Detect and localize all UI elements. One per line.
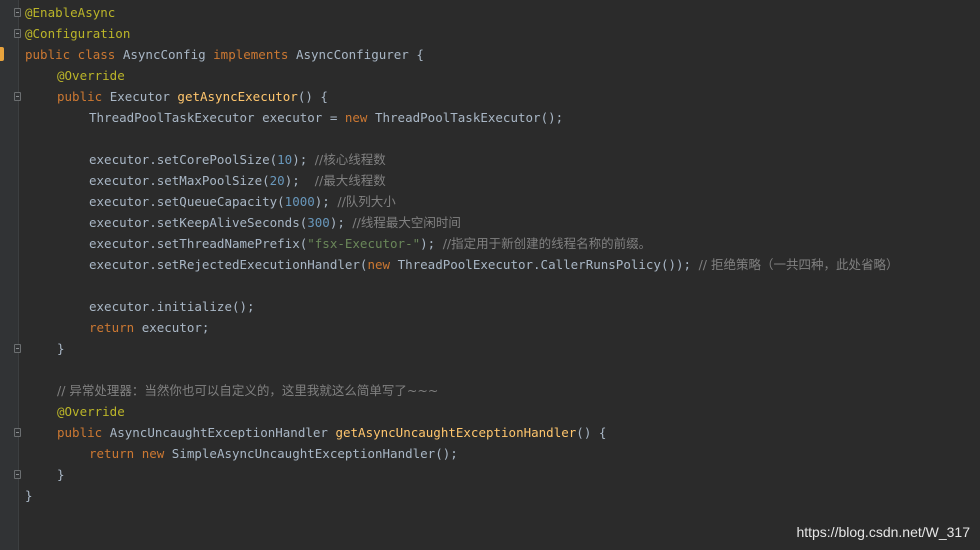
comment: // 异常处理器：当然你也可以自定义的，这里我就这么简单写了~~~	[57, 383, 439, 398]
statement: executor.initialize();	[89, 299, 255, 314]
code-line: return executor;	[25, 317, 980, 338]
code-line: public AsyncUncaughtExceptionHandler get…	[25, 422, 980, 443]
fold-marker-icon[interactable]	[14, 428, 21, 437]
code-line: executor.setThreadNamePrefix("fsx-Execut…	[25, 233, 980, 254]
comment: // 拒绝策略（一共四种，此处省略）	[698, 257, 899, 272]
statement: executor.setCorePoolSize(	[89, 152, 278, 167]
code-line: }	[25, 464, 980, 485]
annotation: @Override	[57, 68, 125, 83]
code-line: @Configuration	[25, 23, 980, 44]
code-line: executor.setKeepAliveSeconds(300); //线程最…	[25, 212, 980, 233]
number: 10	[277, 152, 293, 167]
class-name: AsyncConfig	[122, 47, 214, 62]
annotation: @Override	[57, 404, 125, 419]
editor-gutter	[0, 0, 21, 550]
watermark: https://blog.csdn.net/W_317	[796, 524, 970, 540]
punctuation: );	[420, 236, 443, 251]
fold-marker-icon[interactable]	[14, 8, 21, 17]
keyword: new	[367, 257, 398, 272]
method-name: getAsyncExecutor	[177, 89, 298, 104]
code-line: executor.initialize();	[25, 296, 980, 317]
annotation: @EnableAsync	[25, 5, 116, 20]
comment: //指定用于新创建的线程名称的前缀。	[442, 236, 652, 251]
statement: ThreadPoolTaskExecutor executor =	[89, 110, 345, 125]
closing-brace: }	[25, 488, 33, 503]
keyword: new	[344, 110, 375, 125]
closing-brace: }	[57, 341, 65, 356]
statement: executor.setRejectedExecutionHandler(	[89, 257, 368, 272]
comment: //核心线程数	[314, 152, 386, 167]
statement: executor.setKeepAliveSeconds(	[89, 215, 308, 230]
code-line: }	[25, 338, 980, 359]
code-line: @Override	[25, 401, 980, 422]
type-name: Executor	[109, 89, 178, 104]
keyword: return	[89, 320, 142, 335]
code-line: return new SimpleAsyncUncaughtExceptionH…	[25, 443, 980, 464]
code-editor[interactable]: @EnableAsync @Configuration public class…	[25, 2, 980, 506]
intention-bulb-marker[interactable]	[0, 47, 4, 61]
punctuation: );	[292, 152, 315, 167]
fold-marker-icon[interactable]	[14, 344, 21, 353]
statement: executor.setThreadNamePrefix(	[89, 236, 308, 251]
keyword: public class	[25, 47, 123, 62]
code-line: public class AsyncConfig implements Asyn…	[25, 44, 980, 65]
comment: //队列大小	[337, 194, 396, 209]
code-line: }	[25, 485, 980, 506]
fold-marker-icon[interactable]	[14, 92, 21, 101]
punctuation: );	[284, 173, 315, 188]
code-line: executor.setRejectedExecutionHandler(new…	[25, 254, 980, 275]
code-line: executor.setMaxPoolSize(20); //最大线程数	[25, 170, 980, 191]
number: 1000	[284, 194, 315, 209]
code-line: @EnableAsync	[25, 2, 980, 23]
statement: executor;	[141, 320, 210, 335]
number: 20	[269, 173, 285, 188]
annotation: @Configuration	[25, 26, 131, 41]
punctuation: );	[329, 215, 353, 230]
code-line: executor.setQueueCapacity(1000); //队列大小	[25, 191, 980, 212]
keyword: public	[57, 425, 110, 440]
fold-marker-icon[interactable]	[14, 470, 21, 479]
punctuation: ();	[540, 110, 564, 125]
keyword: new	[141, 446, 172, 461]
punctuation: () {	[297, 89, 328, 104]
comment: //最大线程数	[314, 173, 386, 188]
keyword: return	[89, 446, 142, 461]
statement: ThreadPoolExecutor.CallerRunsPolicy());	[397, 257, 699, 272]
interface-name: AsyncConfigurer {	[295, 47, 424, 62]
string-literal: "fsx-Executor-"	[307, 236, 421, 251]
type-name: AsyncUncaughtExceptionHandler	[109, 425, 336, 440]
number: 300	[307, 215, 330, 230]
keyword: public	[57, 89, 110, 104]
method-name: getAsyncUncaughtExceptionHandler	[335, 425, 577, 440]
closing-brace: }	[57, 467, 65, 482]
code-line: public Executor getAsyncExecutor() {	[25, 86, 980, 107]
fold-marker-icon[interactable]	[14, 29, 21, 38]
statement: SimpleAsyncUncaughtExceptionHandler();	[171, 446, 458, 461]
code-line: ThreadPoolTaskExecutor executor = new Th…	[25, 107, 980, 128]
type-name: ThreadPoolTaskExecutor	[374, 110, 541, 125]
comment: //线程最大空闲时间	[352, 215, 461, 230]
code-line: @Override	[25, 65, 980, 86]
statement: executor.setQueueCapacity(	[89, 194, 285, 209]
statement: executor.setMaxPoolSize(	[89, 173, 270, 188]
punctuation: );	[314, 194, 338, 209]
code-line: // 异常处理器：当然你也可以自定义的，这里我就这么简单写了~~~	[25, 380, 980, 401]
punctuation: () {	[576, 425, 607, 440]
keyword: implements	[213, 47, 296, 62]
code-line: executor.setCorePoolSize(10); //核心线程数	[25, 149, 980, 170]
